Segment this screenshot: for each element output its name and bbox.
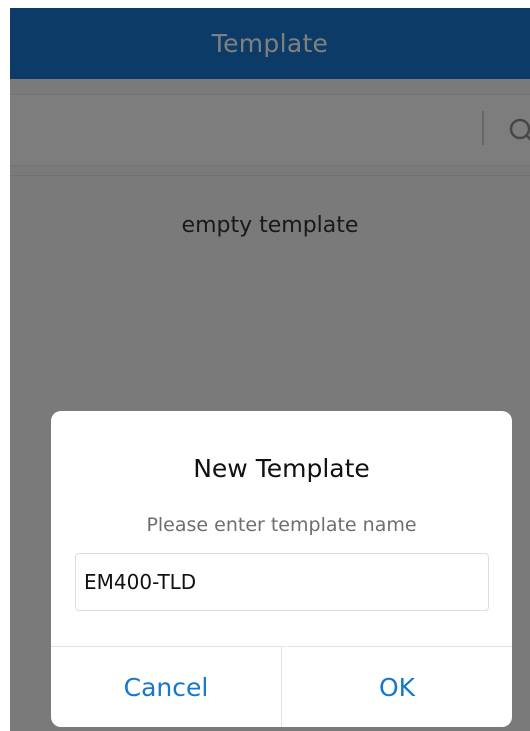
ok-button[interactable]: OK bbox=[282, 647, 512, 727]
dialog-hint: Please enter template name bbox=[146, 514, 417, 536]
cancel-button[interactable]: Cancel bbox=[51, 647, 282, 727]
app-container: Template empty template New Template Ple… bbox=[10, 8, 530, 731]
dialog-title: New Template bbox=[193, 454, 370, 483]
dialog-footer: Cancel OK bbox=[51, 646, 512, 727]
template-name-input[interactable] bbox=[75, 553, 489, 611]
left-margin bbox=[0, 0, 10, 731]
new-template-dialog: New Template Please enter template name … bbox=[51, 411, 512, 727]
screen: Template empty template New Template Ple… bbox=[0, 0, 530, 731]
